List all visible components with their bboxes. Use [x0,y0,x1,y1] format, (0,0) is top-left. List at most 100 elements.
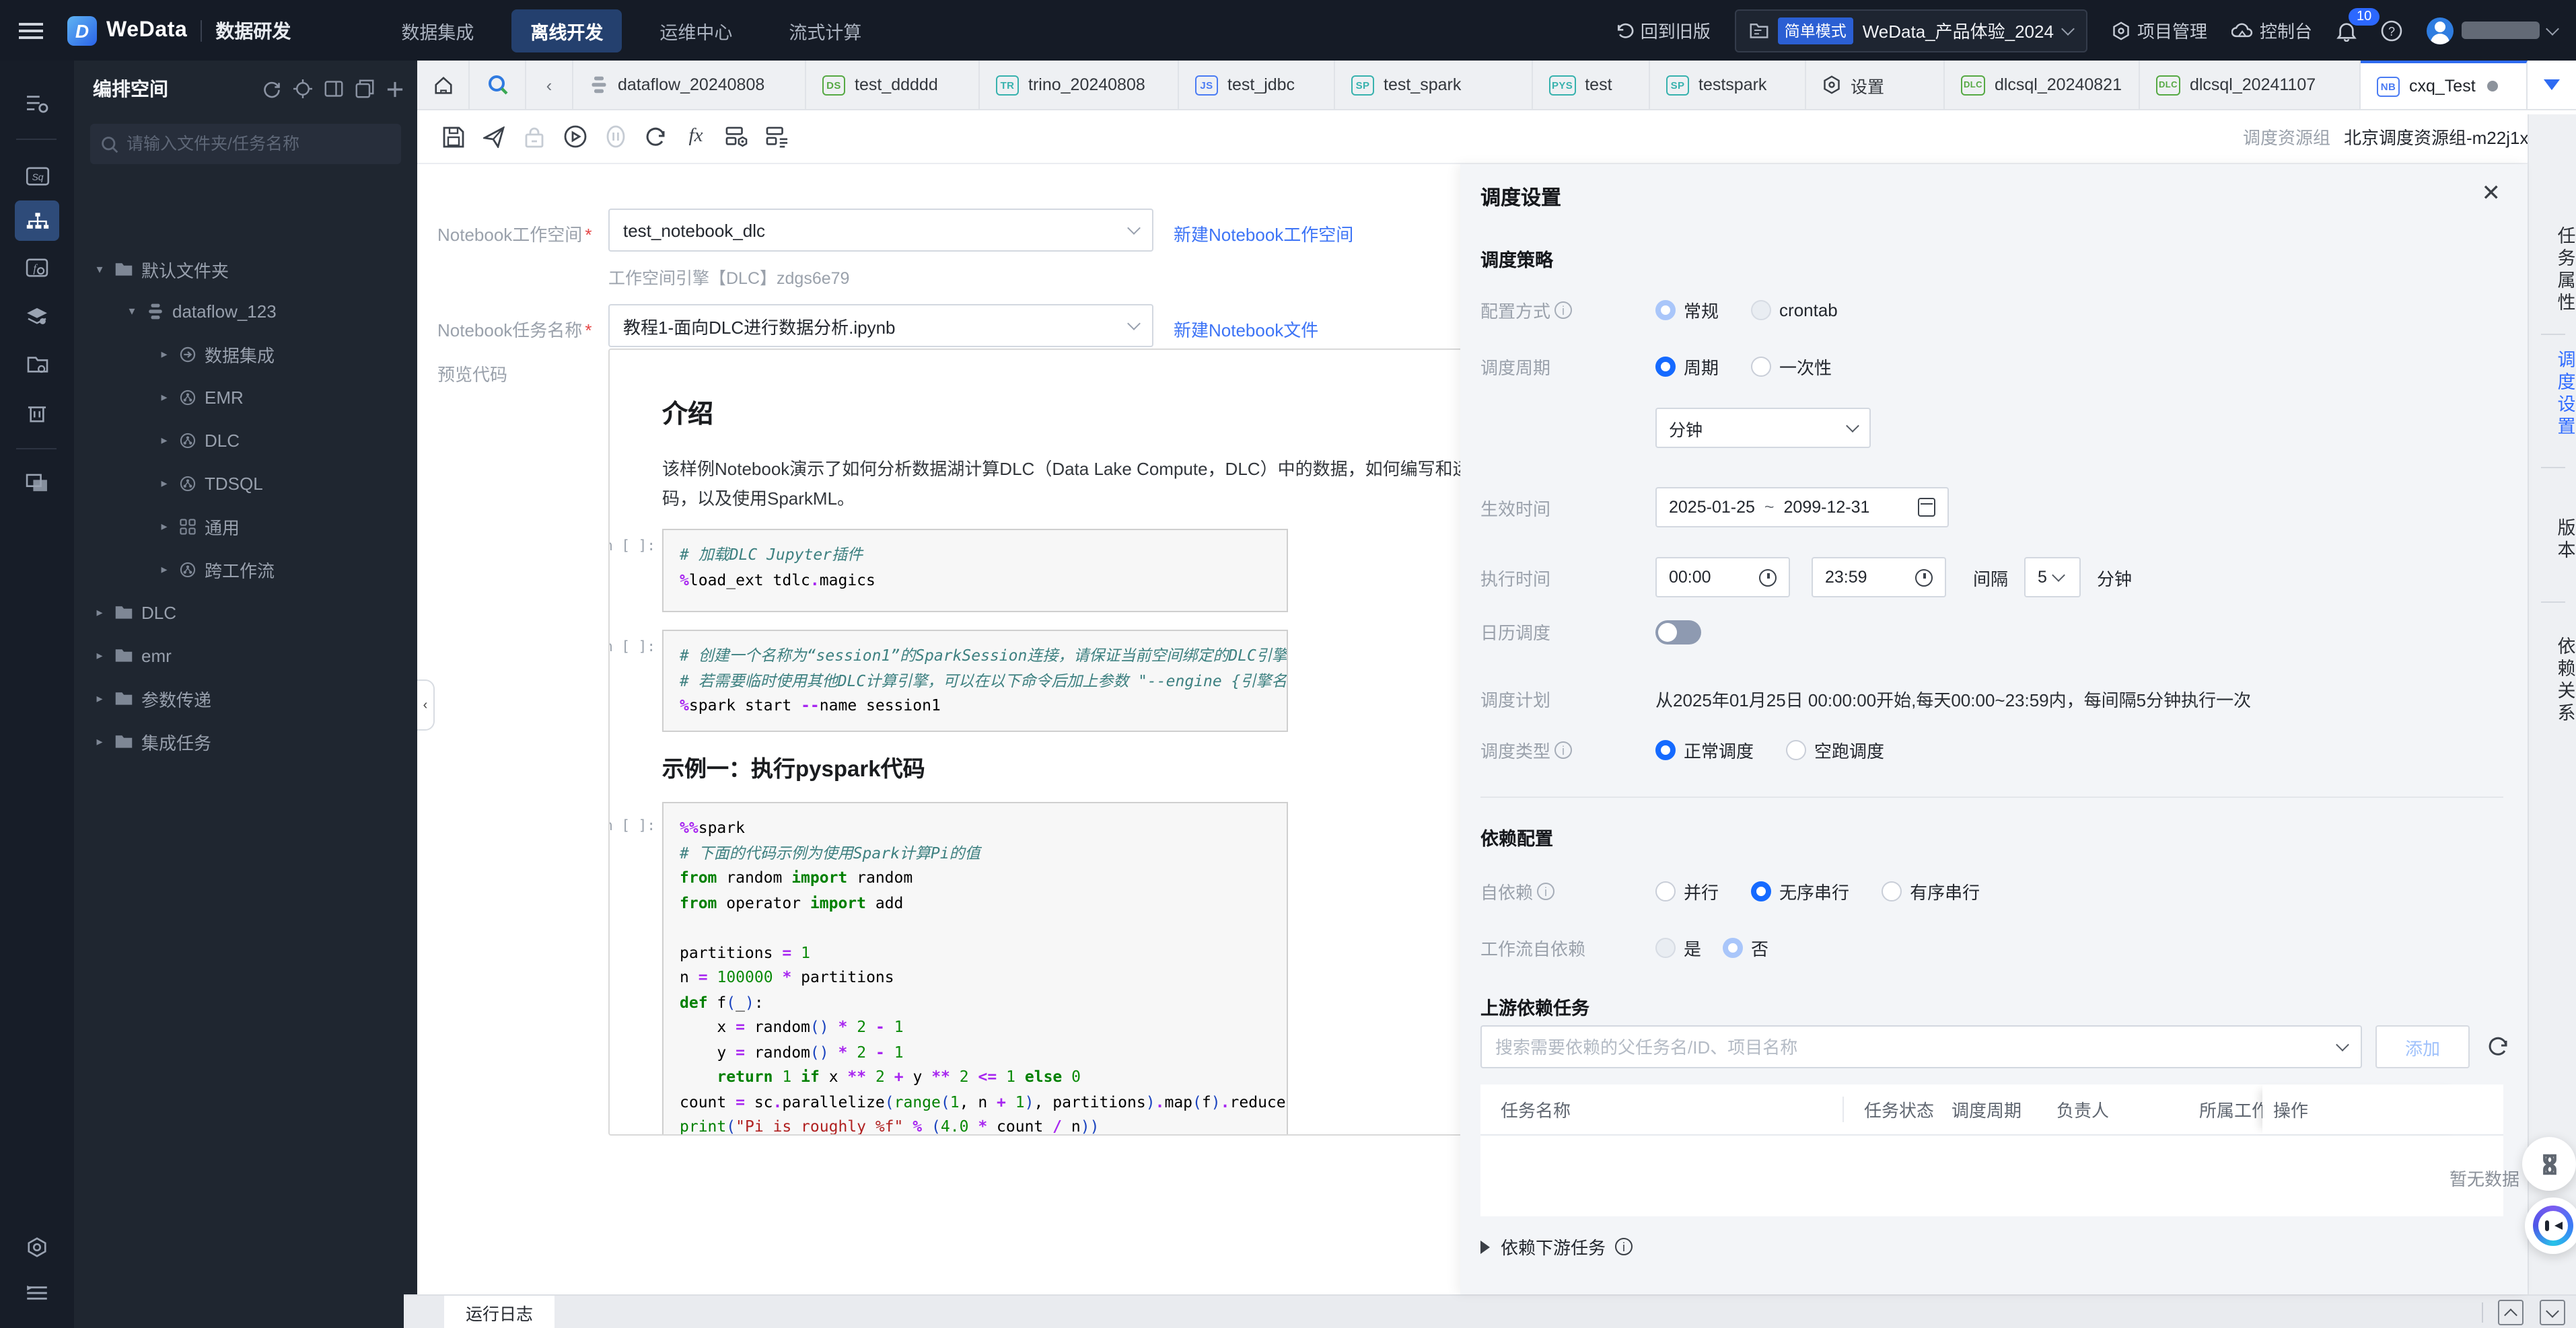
back-to-old-version[interactable]: 回到旧版 [1615,17,1711,43]
tab-dlcsql-20241107[interactable]: DLC dlcsql_20241107 [2140,61,2361,109]
tree-batch-icon[interactable] [355,79,374,98]
right-tab-versions[interactable]: 版本 [2529,518,2576,562]
collapse-panel-down-button[interactable] [2540,1300,2565,1325]
console[interactable]: 控制台 [2231,17,2312,43]
radio-selfdep-unordered-serial[interactable]: 无序串行 [1751,879,1849,904]
scroll-tabs-left[interactable]: ‹ [526,61,573,109]
tab-test-jdbc[interactable]: JS test_jdbc [1179,61,1335,109]
caret-right-icon[interactable]: ▸ [93,648,106,663]
tree-item-cross-workflow[interactable]: ▸ 跨工作流 [157,552,275,587]
radio-config-normal[interactable]: 常规 [1655,297,1719,323]
radio-cycle-periodic[interactable]: 周期 [1655,354,1719,379]
tree-item-dlc[interactable]: ▸ DLC [157,422,240,457]
wedata-logo-icon[interactable]: D [67,15,97,45]
close-icon[interactable]: ✕ [2482,180,2501,207]
unsaved-dot-icon[interactable] [2487,81,2499,91]
caret-right-icon[interactable]: ▸ [93,605,106,620]
col-owner[interactable]: 负责人 [2056,1097,2199,1122]
nav-item-stream-compute[interactable]: 流式计算 [770,9,880,52]
new-workspace-link[interactable]: 新建Notebook工作空间 [1174,221,1353,246]
caret-right-icon[interactable]: ▸ [157,476,171,490]
tab-trino-20240808[interactable]: TR trino_20240808 [980,61,1179,109]
hamburger-menu-icon[interactable] [19,22,43,38]
nav-item-data-integration[interactable]: 数据集成 [382,9,493,52]
tree-panel-toggle-icon[interactable] [324,79,343,98]
tree-locate-icon[interactable] [293,79,312,98]
col-actions[interactable]: 操作 [2262,1084,2464,1134]
tree-refresh-icon[interactable] [262,79,281,98]
code-cell-3[interactable]: %%spark # 下面的代码示例为使用Spark计算Pi的值 from rando… [662,802,1288,1134]
caret-right-icon[interactable]: ▸ [157,433,171,447]
help-icon[interactable]: ? [2381,20,2402,41]
tree-item-folder-emr[interactable]: ▸ emr [93,638,171,673]
right-tab-schedule-settings[interactable]: 调度设置 [2529,350,2576,439]
radio-config-crontab[interactable]: crontab [1751,300,1838,320]
submit-button[interactable] [474,119,514,154]
ai-assistant-button[interactable] [2525,1197,2576,1254]
lock-button[interactable] [514,119,554,154]
user-menu[interactable] [2427,17,2559,44]
rail-catalog-icon[interactable] [15,85,59,122]
new-notebook-file-link[interactable]: 新建Notebook文件 [1174,316,1318,342]
function-button[interactable]: fx [676,119,716,154]
tab-settings[interactable]: 设置 [1806,61,1945,109]
rail-resources-icon[interactable] [15,297,59,335]
interval-select[interactable]: 5 [2024,557,2081,597]
caret-right-icon[interactable]: ▸ [157,346,171,361]
info-icon[interactable]: i [1615,1238,1633,1255]
col-task-status[interactable]: 任务状态 [1844,1097,1952,1122]
caret-right-icon[interactable]: ▸ [157,519,171,533]
tree-add-icon[interactable] [386,80,404,98]
rail-recycle-bin-icon[interactable] [15,394,59,432]
radio-cycle-once[interactable]: 一次性 [1751,354,1832,379]
quick-apps-button[interactable] [2522,1137,2576,1191]
parameter-settings-button[interactable] [716,119,756,154]
tab-dlcsql-20240821[interactable]: DLC dlcsql_20240821 [1945,61,2140,109]
caret-down-icon[interactable]: ▾ [93,262,106,276]
tab-test[interactable]: PYS test [1533,61,1650,109]
caret-right-icon[interactable]: ▸ [157,390,171,404]
end-time-input[interactable]: 23:59 [1812,557,1946,597]
expand-panel-up-button[interactable] [2498,1300,2524,1325]
global-search-tab[interactable] [470,61,526,109]
tab-test-spark[interactable]: SP test_spark [1335,61,1533,109]
radio-wfdep-yes[interactable]: 是 [1655,935,1701,961]
tree-item-data-integration[interactable]: ▸ 数据集成 [157,336,275,371]
col-workflow[interactable]: 所属工作流 [2199,1097,2262,1122]
right-tab-dependencies[interactable]: 依赖关系 [2529,636,2576,725]
project-selector[interactable]: 简单模式 WeData_产品体验_2024 [1734,9,2087,52]
radio-type-normal[interactable]: 正常调度 [1655,737,1754,763]
tree-item-dataflow-123[interactable]: ▾ dataflow_123 [125,293,276,328]
code-cell-2[interactable]: # 创建一个名称为“session1”的SparkSession连接，请保证当前… [662,630,1288,732]
calendar-schedule-toggle[interactable] [1655,620,1701,644]
caret-right-icon[interactable]: ▸ [93,691,106,706]
refresh-button[interactable] [635,119,676,154]
rail-orchestration-icon[interactable] [15,200,59,241]
run-log-tab[interactable]: 运行日志 [444,1296,554,1328]
layout-button[interactable] [756,119,797,154]
downstream-tasks-toggle[interactable]: 依赖下游任务 i [1480,1234,1633,1259]
rail-settings-gear-icon[interactable] [15,1228,59,1266]
task-name-select[interactable]: 教程1-面向DLC进行数据分析.ipynb [608,304,1153,347]
radio-selfdep-parallel[interactable]: 并行 [1655,879,1719,904]
tab-list-dropdown[interactable] [2528,61,2576,109]
tree-item-folder-params[interactable]: ▸ 参数传递 [93,681,211,716]
date-range-input[interactable]: 2025-01-25 ~ 2099-12-31 [1655,487,1949,527]
rail-task-list-icon[interactable] [15,1274,59,1312]
rail-windows-icon[interactable] [15,464,59,502]
tree-item-default-folder[interactable]: ▾ 默认文件夹 [93,252,229,287]
rail-file-settings-icon[interactable] [15,346,59,383]
nav-item-ops-center[interactable]: 运维中心 [641,9,751,52]
start-time-input[interactable]: 00:00 [1655,557,1790,597]
cycle-unit-select[interactable]: 分钟 [1655,408,1871,448]
rail-function-icon[interactable]: f [15,249,59,287]
code-cell-1[interactable]: # 加载DLC Jupyter插件 %load_ext tdlc.magics [662,529,1288,612]
upstream-search-input[interactable] [1495,1037,2338,1057]
collapse-panel-handle[interactable]: ‹ [417,679,435,731]
tab-dataflow-20240808[interactable]: dataflow_20240808 [573,61,806,109]
rail-sql-icon[interactable]: Sq [15,157,59,195]
upstream-search-select[interactable] [1480,1025,2362,1068]
caret-right-icon[interactable]: ▸ [157,562,171,577]
tab-testspark[interactable]: SP testspark [1650,61,1806,109]
tree-item-general[interactable]: ▸ 通用 [157,509,240,544]
